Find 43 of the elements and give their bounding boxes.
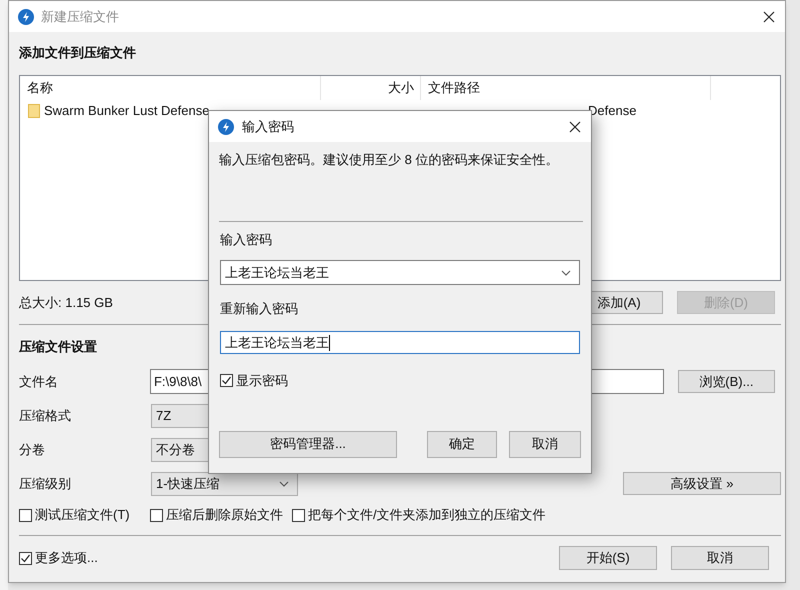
checkbox[interactable] [220, 374, 233, 388]
chevron-down-icon [279, 480, 289, 486]
cancel-button[interactable]: 取消 [509, 430, 581, 458]
option-label: 测试压缩文件(T) [35, 506, 130, 524]
start-button[interactable]: 开始(S) [559, 546, 657, 570]
dialog-title: 输入密码 [242, 118, 294, 136]
option-label: 把每个文件/文件夹添加到独立的压缩文件 [308, 506, 546, 524]
checkbox[interactable] [19, 508, 32, 522]
field-label: 文件名 [19, 372, 59, 391]
total-size: 总大小: 1.15 GB [19, 294, 113, 312]
field-label: 重新输入密码 [220, 301, 299, 317]
field-label: 分卷 [19, 440, 46, 459]
checkbox[interactable] [19, 552, 32, 564]
column-header[interactable]: 文件路径 [421, 76, 711, 100]
window-title: 新建压缩文件 [41, 8, 119, 26]
advanced-button[interactable]: 高级设置 » [623, 472, 781, 495]
column-header[interactable]: 大小 [321, 76, 421, 100]
section-heading: 添加文件到压缩文件 [19, 45, 136, 61]
browse-button[interactable]: 浏览(B)... [678, 370, 775, 393]
chevron-down-icon [561, 270, 571, 276]
option-label: 压缩后删除原始文件 [166, 506, 283, 524]
column-header[interactable]: 名称 [20, 76, 321, 100]
close-icon[interactable] [763, 10, 775, 22]
field-label: 压缩格式 [19, 406, 72, 425]
field-label: 输入密码 [220, 232, 273, 248]
checkbox[interactable] [292, 508, 305, 522]
section-heading: 压缩文件设置 [19, 339, 97, 355]
dialog-message: 输入压缩包密码。建议使用至少 8 位的密码来保证安全性。 [219, 152, 560, 168]
app-icon [218, 118, 234, 134]
password-combo[interactable]: 上老王论坛当老王 [220, 260, 580, 285]
app-icon [18, 8, 34, 24]
folder-icon [28, 104, 40, 118]
cancel-button[interactable]: 取消 [671, 546, 769, 570]
combo-box[interactable]: 1-快速压缩 [151, 472, 298, 496]
option-label: 显示密码 [236, 372, 288, 390]
file-name: Swarm Bunker Lust Defense [44, 102, 210, 120]
password-field[interactable]: 上老王论坛当老王 [220, 331, 580, 354]
password-manager-button[interactable]: 密码管理器... [219, 430, 397, 458]
ok-button[interactable]: 确定 [427, 430, 497, 458]
option-label: 更多选项... [35, 549, 98, 568]
checkbox[interactable] [150, 508, 163, 522]
field-label: 压缩级别 [19, 474, 72, 493]
close-icon[interactable] [569, 120, 581, 132]
